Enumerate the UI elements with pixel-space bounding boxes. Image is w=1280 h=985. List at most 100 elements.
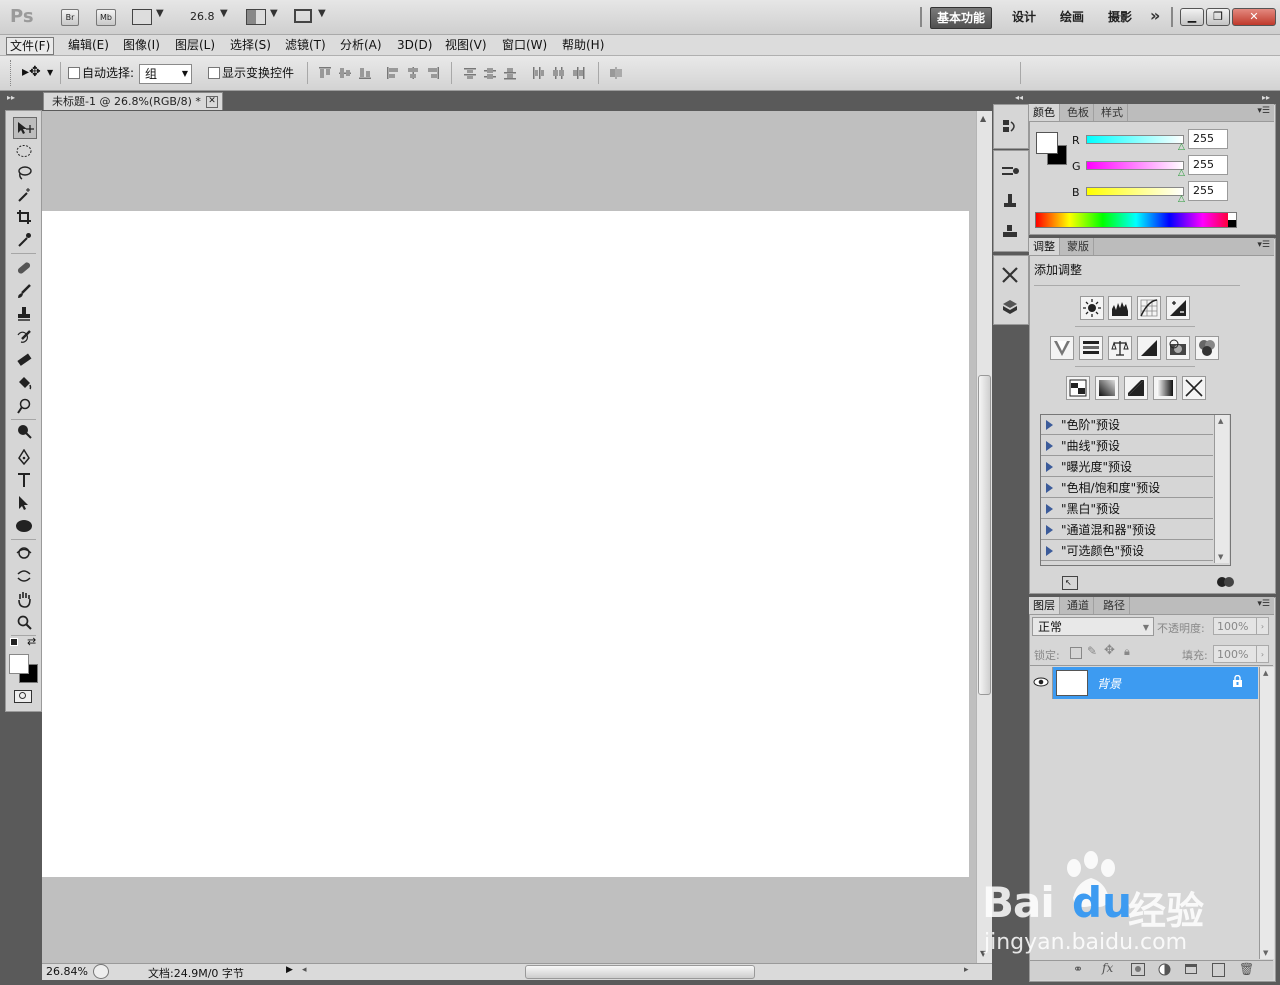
align-right-icon[interactable] bbox=[426, 66, 440, 80]
preset-black-white[interactable]: "黑白"预设 bbox=[1041, 499, 1213, 519]
more-workspaces-button[interactable]: » bbox=[1150, 6, 1160, 25]
tab-adjustments[interactable]: 调整 bbox=[1029, 238, 1060, 255]
history-brush-tool[interactable] bbox=[13, 327, 35, 347]
tab-layers[interactable]: 图层 bbox=[1029, 597, 1060, 614]
crop-tool[interactable] bbox=[13, 207, 35, 227]
preset-levels[interactable]: "色阶"预设 bbox=[1041, 415, 1213, 435]
brightness-contrast-button[interactable] bbox=[1080, 296, 1104, 320]
distribute-top-icon[interactable] bbox=[463, 66, 477, 80]
posterize-button[interactable] bbox=[1095, 376, 1119, 400]
blend-mode-dropdown[interactable]: 正常 ▼ bbox=[1032, 617, 1154, 636]
hue-saturation-button[interactable] bbox=[1079, 336, 1103, 360]
lasso-tool[interactable] bbox=[13, 163, 35, 183]
eraser-tool[interactable] bbox=[13, 350, 35, 370]
align-top-icon[interactable] bbox=[318, 66, 332, 80]
path-selection-tool[interactable] bbox=[13, 493, 35, 513]
scroll-up-arrow[interactable]: ▲ bbox=[980, 114, 986, 123]
distribute-left-icon[interactable] bbox=[531, 66, 545, 80]
auto-align-layers-icon[interactable] bbox=[609, 66, 623, 80]
menu-help[interactable]: 帮助(H) bbox=[559, 37, 607, 53]
preset-selective-color[interactable]: "可选颜色"预设 bbox=[1041, 541, 1213, 561]
align-left-icon[interactable] bbox=[386, 66, 400, 80]
lock-position-icon[interactable]: ✥ bbox=[1104, 643, 1115, 658]
menu-window[interactable]: 窗口(W) bbox=[499, 37, 550, 53]
invert-button[interactable] bbox=[1066, 376, 1090, 400]
document-canvas[interactable] bbox=[42, 211, 969, 877]
close-button[interactable]: ✕ bbox=[1232, 8, 1276, 26]
color-balance-button[interactable] bbox=[1108, 336, 1132, 360]
distribute-bottom-icon[interactable] bbox=[503, 66, 517, 80]
preset-exposure[interactable]: "曝光度"预设 bbox=[1041, 457, 1213, 477]
swap-colors-icon[interactable]: ⇄ bbox=[27, 635, 36, 648]
new-layer-icon[interactable] bbox=[1212, 963, 1225, 977]
channel-mixer-button[interactable] bbox=[1195, 336, 1219, 360]
blue-slider[interactable] bbox=[1086, 187, 1184, 196]
preset-channel-mixer[interactable]: "通道混和器"预设 bbox=[1041, 520, 1213, 540]
align-bottom-icon[interactable] bbox=[358, 66, 372, 80]
color-spectrum-bar[interactable] bbox=[1035, 212, 1237, 228]
3d-orbit-tool[interactable] bbox=[13, 566, 35, 586]
workspace-design[interactable]: 设计 bbox=[1006, 7, 1042, 27]
preset-curves[interactable]: "曲线"预设 bbox=[1041, 436, 1213, 456]
lock-all-icon[interactable]: 🔒︎ bbox=[1124, 645, 1130, 659]
green-value-field[interactable]: 255 bbox=[1188, 155, 1228, 175]
gradient-map-button[interactable] bbox=[1153, 376, 1177, 400]
scroll-left-arrow[interactable]: ◂ bbox=[302, 965, 307, 975]
exposure-button[interactable] bbox=[1166, 296, 1190, 320]
actions-panel-icon[interactable] bbox=[1000, 265, 1020, 285]
photo-filter-button[interactable] bbox=[1166, 336, 1190, 360]
chevron-down-icon[interactable]: ▼ bbox=[318, 8, 326, 19]
menu-analysis[interactable]: 分析(A) bbox=[337, 37, 385, 53]
menu-edit[interactable]: 编辑(E) bbox=[65, 37, 112, 53]
blue-value-field[interactable]: 255 bbox=[1188, 181, 1228, 201]
opacity-field[interactable]: 100% › bbox=[1213, 617, 1269, 635]
foreground-color-swatch[interactable] bbox=[9, 654, 29, 674]
quick-selection-tool[interactable] bbox=[13, 185, 35, 205]
mini-bridge-button[interactable]: Mb bbox=[96, 9, 116, 26]
type-tool[interactable] bbox=[13, 470, 35, 490]
new-adjustment-layer-icon[interactable] bbox=[1158, 963, 1171, 976]
align-vcenter-icon[interactable] bbox=[338, 66, 352, 80]
zoom-tool[interactable] bbox=[13, 612, 35, 632]
auto-select-dropdown[interactable]: 组 ▼ bbox=[139, 64, 192, 84]
presets-scrollbar[interactable]: ▲ ▼ bbox=[1214, 415, 1229, 563]
tab-paths[interactable]: 路径 bbox=[1099, 597, 1130, 614]
arrange-documents-icon[interactable] bbox=[246, 9, 266, 25]
menu-image[interactable]: 图像(I) bbox=[120, 37, 163, 53]
add-mask-icon[interactable] bbox=[1131, 963, 1145, 976]
chevron-down-icon[interactable]: ▼ bbox=[156, 8, 164, 19]
view-extras-icon[interactable] bbox=[132, 9, 152, 25]
panel-menu-icon[interactable]: ▾☰ bbox=[1257, 106, 1270, 116]
shape-tool[interactable] bbox=[13, 516, 35, 536]
brush-presets-icon[interactable] bbox=[1000, 161, 1020, 181]
red-slider-handle[interactable]: △ bbox=[1178, 142, 1185, 152]
3d-panel-icon[interactable] bbox=[1000, 297, 1020, 317]
healing-brush-tool[interactable] bbox=[13, 258, 35, 278]
red-value-field[interactable]: 255 bbox=[1188, 129, 1228, 149]
delete-layer-icon[interactable]: 🗑︎ bbox=[1239, 962, 1254, 976]
new-group-icon[interactable] bbox=[1185, 964, 1197, 974]
dodge-tool[interactable] bbox=[13, 396, 35, 416]
collapse-panels-icon[interactable]: ▸▸ bbox=[1262, 93, 1270, 102]
preset-hue-saturation[interactable]: "色相/饱和度"预设 bbox=[1041, 478, 1213, 498]
zoom-blur-tool[interactable] bbox=[13, 421, 35, 441]
panel-menu-icon[interactable]: ▾☰ bbox=[1257, 240, 1270, 250]
levels-button[interactable] bbox=[1108, 296, 1132, 320]
screen-mode-icon[interactable] bbox=[294, 9, 312, 23]
workspace-painting[interactable]: 绘画 bbox=[1054, 7, 1090, 27]
threshold-button[interactable] bbox=[1124, 376, 1148, 400]
bridge-button[interactable]: Br bbox=[61, 9, 79, 26]
chevron-down-icon[interactable]: ▼ bbox=[220, 8, 228, 19]
clone-source-icon[interactable] bbox=[1000, 192, 1020, 212]
green-slider-handle[interactable]: △ bbox=[1178, 168, 1185, 178]
collapse-dock-icon[interactable]: ◂◂ bbox=[1015, 93, 1023, 102]
minimize-button[interactable]: ▁ bbox=[1180, 8, 1204, 26]
eyedropper-tool[interactable] bbox=[13, 230, 35, 250]
move-tool-preset-icon[interactable]: ▸✥ bbox=[22, 64, 41, 80]
lock-image-icon[interactable]: ✎ bbox=[1087, 644, 1097, 658]
distribute-hcenter-icon[interactable] bbox=[551, 66, 565, 80]
menu-filter[interactable]: 滤镜(T) bbox=[282, 37, 329, 53]
workspace-photography[interactable]: 摄影 bbox=[1102, 7, 1138, 27]
tab-masks[interactable]: 蒙版 bbox=[1063, 238, 1094, 255]
hand-tool[interactable] bbox=[13, 589, 35, 609]
